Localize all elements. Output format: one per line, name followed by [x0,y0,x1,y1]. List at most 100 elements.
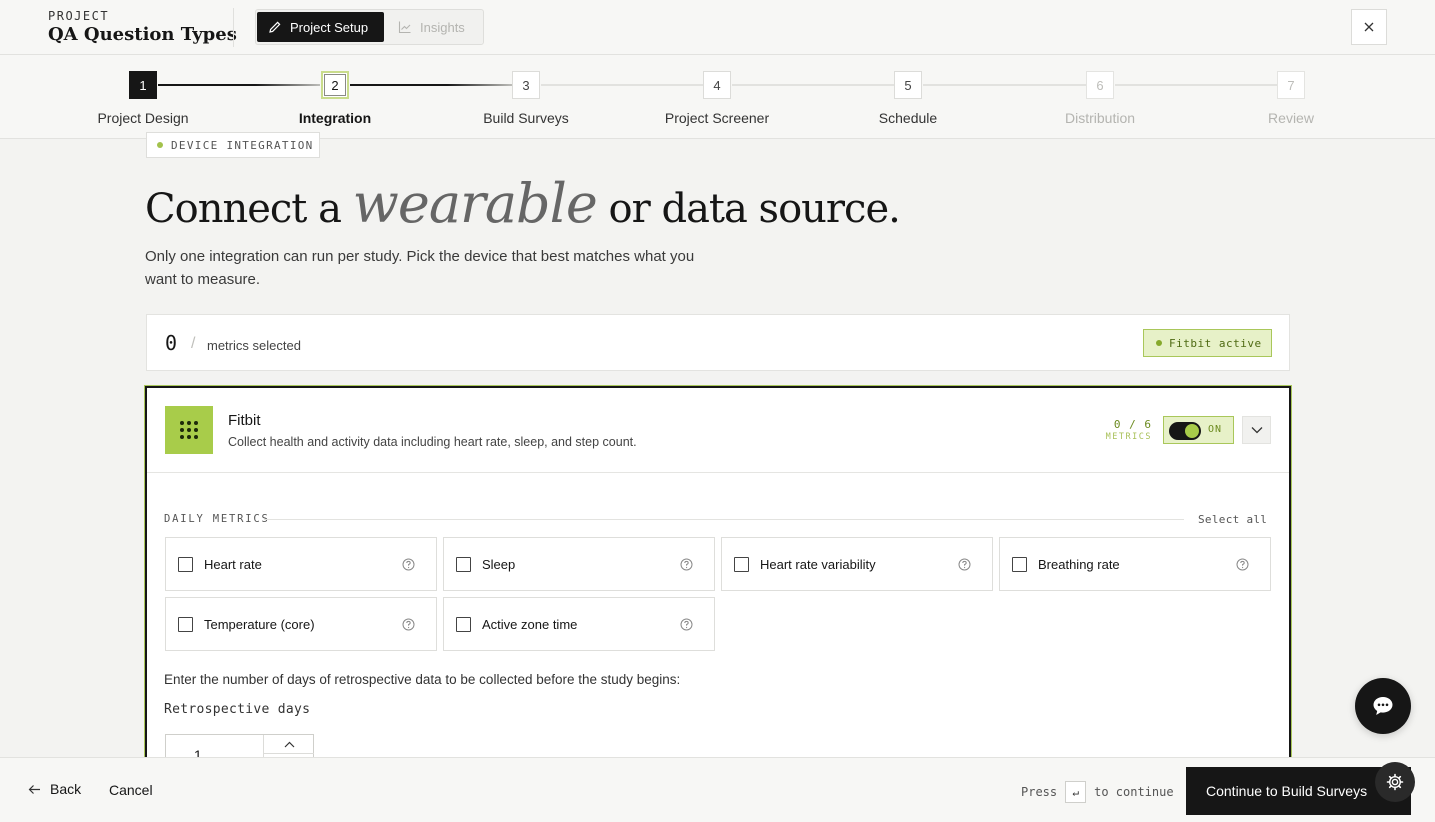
help-circle-icon[interactable] [1236,558,1249,571]
to-continue-text: to continue [1094,785,1174,799]
tag-dot [157,142,163,148]
close-icon [1364,22,1374,32]
section-tag: DEVICE INTEGRATION [146,132,320,158]
metric-label: Sleep [482,557,516,572]
press-text: Press [1021,785,1058,799]
step-integration[interactable]: 2 Integration [260,71,410,126]
metric-option-breathing-rate[interactable]: Breathing rate [999,537,1271,591]
top-header: PROJECT QA Question Types Project Setup … [0,0,1435,55]
step-number: 5 [894,71,922,99]
integration-toggle[interactable]: ON [1163,416,1234,444]
toggle-knob [1185,424,1199,438]
metric-label: Heart rate variability [760,557,876,572]
retrospective-instructions: Enter the number of days of retrospectiv… [164,672,681,687]
settings-button[interactable] [1375,762,1415,802]
status-dot [1156,340,1162,346]
arrow-left-icon [28,784,40,794]
close-button[interactable] [1351,9,1387,45]
metric-counter-label: METRICS [1105,432,1152,442]
page-title: Connect a wearable or data source. [145,172,901,235]
step-label: Review [1268,110,1314,126]
checkbox[interactable] [456,557,471,572]
metric-label: Active zone time [482,617,578,632]
help-circle-icon[interactable] [680,558,693,571]
step-schedule[interactable]: 5 Schedule [833,71,983,126]
metric-counter-value: 0 / 6 [1113,418,1152,431]
tab-insights[interactable]: Insights [387,12,483,42]
chat-bubble-icon [1373,697,1393,715]
metrics-summary-bar: 0 / metrics selected Fitbit active [146,314,1290,371]
metric-counter: 0 / 6 METRICS [1102,418,1152,442]
chevron-up-icon [284,741,294,747]
page-subtitle: Only one integration can run per study. … [145,248,695,288]
metric-option-temperature[interactable]: Temperature (core) [165,597,437,651]
footer-bar: Back Cancel Press ↵ to continue Continue… [0,757,1435,822]
back-label: Back [50,781,82,797]
metric-option-active-zone-time[interactable]: Active zone time [443,597,715,651]
step-label: Project Design [97,110,189,126]
metric-option-sleep[interactable]: Sleep [443,537,715,591]
headline-pre: Connect a [145,186,353,232]
headline-post: or data source. [596,186,901,232]
chart-line-icon [398,21,411,34]
checkbox[interactable] [1012,557,1027,572]
help-circle-icon[interactable] [680,618,693,631]
tag-label: DEVICE INTEGRATION [171,138,314,152]
chat-button[interactable] [1355,678,1411,734]
help-circle-icon[interactable] [402,618,415,631]
cancel-button[interactable]: Cancel [109,782,153,798]
integration-card-fitbit: Fitbit Collect health and activity data … [145,386,1291,776]
step-number: 4 [703,71,731,99]
card-description: Collect health and activity data includi… [228,435,637,449]
step-number: 2 [321,71,349,99]
card-header[interactable]: Fitbit Collect health and activity data … [147,388,1289,473]
step-label: Build Surveys [483,110,569,126]
metric-option-hrv[interactable]: Heart rate variability [721,537,993,591]
checkbox[interactable] [178,617,193,632]
select-all-link[interactable]: Select all [1198,513,1267,526]
increment-button[interactable] [264,735,314,754]
tab-insights-label: Insights [420,19,465,35]
expand-button[interactable] [1242,416,1271,444]
tab-project-setup-label: Project Setup [290,19,369,35]
step-distribution: 6 Distribution [1025,71,1175,126]
chevron-down-icon [1251,427,1262,434]
gear-icon [1386,773,1404,791]
step-project-screener[interactable]: 4 Project Screener [642,71,792,126]
step-number: 7 [1277,71,1305,99]
keyboard-hint: Press ↵ to continue [1021,781,1174,803]
step-number: 3 [512,71,540,99]
retrospective-days-label: Retrospective days [164,702,311,717]
step-label: Schedule [878,110,938,126]
section-heading: DAILY METRICS [164,513,270,525]
project-title: QA Question Types [48,24,237,45]
back-button[interactable]: Back [28,781,81,797]
toggle-label: ON [1208,424,1223,435]
progress-stepper: 1 Project Design 2 Integration 3 Build S… [0,55,1435,139]
checkbox[interactable] [178,557,193,572]
metric-label: Breathing rate [1038,557,1120,572]
metric-option-heart-rate[interactable]: Heart rate [165,537,437,591]
checkbox[interactable] [456,617,471,632]
project-label: PROJECT [48,9,110,23]
step-label: Integration [298,110,372,126]
checkbox[interactable] [734,557,749,572]
metrics-label: metrics selected [207,338,301,353]
mode-switcher: Project Setup Insights [255,9,484,45]
fitbit-logo-icon [165,406,213,454]
status-badge-label: Fitbit active [1169,336,1262,350]
metrics-count: 0 [165,331,178,355]
header-divider [233,8,234,47]
step-project-design[interactable]: 1 Project Design [68,71,218,126]
metric-label: Heart rate [204,557,262,572]
step-build-surveys[interactable]: 3 Build Surveys [451,71,601,126]
help-circle-icon[interactable] [958,558,971,571]
metrics-slash: / [191,335,196,352]
help-circle-icon[interactable] [402,558,415,571]
metric-label: Temperature (core) [204,617,315,632]
enter-key: ↵ [1065,781,1087,803]
step-number: 1 [129,71,157,99]
step-label: Distribution [1064,110,1136,126]
pencil-icon [269,21,281,33]
tab-project-setup[interactable]: Project Setup [257,12,384,42]
